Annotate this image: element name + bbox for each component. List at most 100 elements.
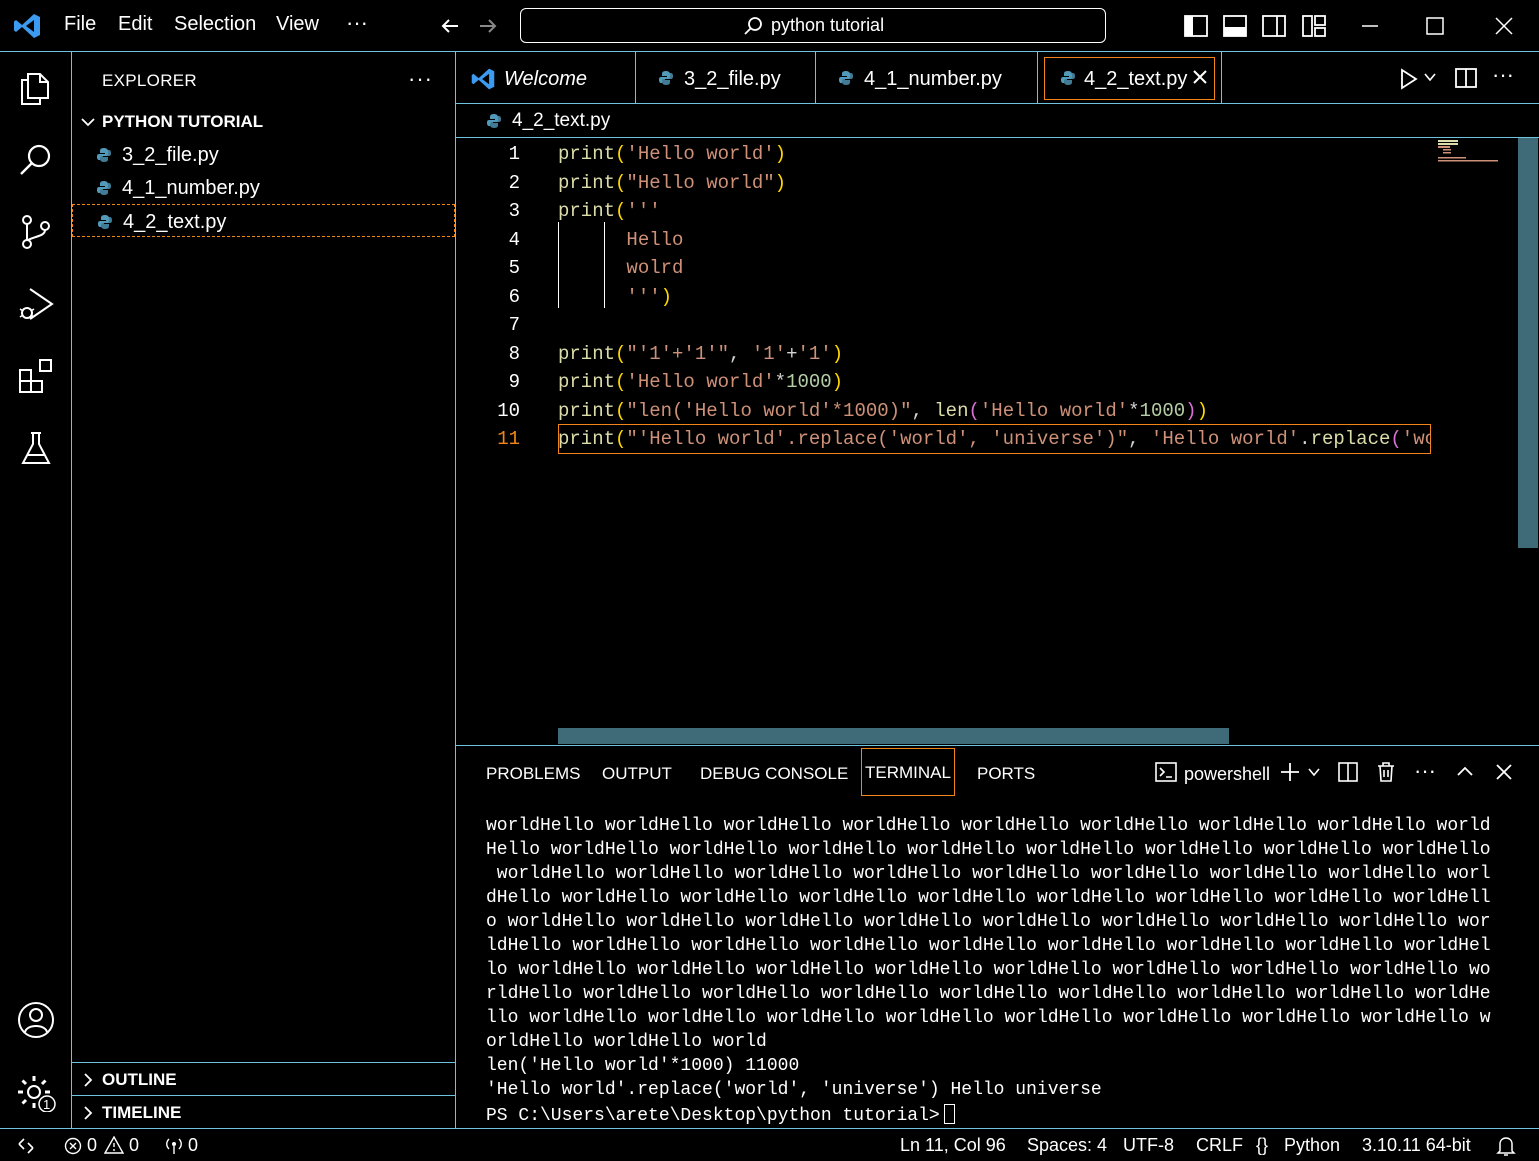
minimap[interactable] bbox=[1438, 140, 1498, 164]
trash-icon[interactable] bbox=[1374, 760, 1398, 784]
vertical-scrollbar[interactable] bbox=[1518, 138, 1538, 548]
tab-label: 4_1_number.py bbox=[864, 68, 1002, 90]
split-editor-icon[interactable] bbox=[1454, 66, 1478, 90]
encoding[interactable]: UTF-8 bbox=[1123, 1135, 1174, 1156]
source-control-icon[interactable] bbox=[16, 212, 56, 252]
sidebar-title: EXPLORER bbox=[102, 71, 197, 90]
status-bar: 0 0 0 Ln 11, Col 96 Spaces: 4 UTF-8 CRLF… bbox=[0, 1128, 1539, 1161]
horizontal-scrollbar[interactable] bbox=[558, 728, 1229, 744]
code-line: print("'Hello world'.replace('world', 'u… bbox=[558, 428, 1431, 450]
code-editor[interactable]: 1 2 3 4 5 6 7 8 9 10 11 print('Hello wor… bbox=[456, 137, 1539, 745]
new-terminal-plus-icon[interactable] bbox=[1278, 760, 1302, 784]
bottom-panel: PROBLEMS OUTPUT DEBUG CONSOLE TERMINAL P… bbox=[456, 745, 1539, 1128]
run-python-file-icon[interactable] bbox=[1396, 67, 1420, 91]
minimize-icon[interactable] bbox=[1356, 12, 1384, 40]
warning-count[interactable]: 0 bbox=[129, 1135, 139, 1156]
line-number: 3 bbox=[508, 200, 520, 222]
customize-layout-icon[interactable] bbox=[1300, 12, 1328, 40]
language-braces-icon: {} bbox=[1256, 1135, 1269, 1155]
tab-3-2-file[interactable]: 3_2_file.py bbox=[636, 52, 816, 104]
section-title: OUTLINE bbox=[102, 1070, 177, 1089]
toggle-primary-sidebar-icon[interactable] bbox=[1182, 12, 1210, 40]
panel-tab-debug-console[interactable]: DEBUG CONSOLE bbox=[700, 764, 848, 784]
back-arrow-icon[interactable] bbox=[436, 12, 464, 40]
maximize-panel-chevron-up-icon[interactable] bbox=[1453, 760, 1477, 784]
section-title: TIMELINE bbox=[102, 1103, 182, 1122]
ports-broadcast-icon[interactable] bbox=[164, 1136, 184, 1156]
tab-label: 3_2_file.py bbox=[684, 68, 781, 90]
error-icon[interactable] bbox=[64, 1137, 82, 1155]
file-item-4-1-number[interactable]: 4_1_number.py bbox=[72, 171, 455, 204]
toggle-panel-icon[interactable] bbox=[1221, 12, 1249, 40]
menu-more[interactable]: ··· bbox=[346, 10, 368, 36]
terminal-line: dHello worldHello worldHello worldHello … bbox=[486, 888, 1491, 908]
settings-badge: 1 bbox=[43, 1097, 51, 1112]
python-file-icon bbox=[487, 114, 501, 128]
tab-4-1-number[interactable]: 4_1_number.py bbox=[816, 52, 1038, 104]
file-name: 4_1_number.py bbox=[122, 177, 260, 199]
maximize-icon[interactable] bbox=[1421, 12, 1449, 40]
workspace-folder[interactable]: PYTHON TUTORIAL bbox=[102, 112, 263, 132]
search-icon[interactable] bbox=[16, 140, 56, 180]
notifications-bell-icon[interactable] bbox=[1496, 1135, 1516, 1157]
panel-tab-terminal[interactable]: TERMINAL bbox=[861, 748, 955, 796]
line-number: 6 bbox=[508, 286, 520, 308]
python-interpreter[interactable]: 3.10.11 64-bit bbox=[1362, 1135, 1471, 1156]
warning-icon[interactable] bbox=[104, 1136, 124, 1154]
panel-tab-output[interactable]: OUTPUT bbox=[602, 764, 672, 784]
close-icon[interactable] bbox=[1190, 67, 1210, 87]
cursor-position[interactable]: Ln 11, Col 96 bbox=[900, 1135, 1006, 1156]
ports-count[interactable]: 0 bbox=[188, 1135, 198, 1156]
breadcrumb-file[interactable]: 4_2_text.py bbox=[512, 110, 610, 132]
end-of-line[interactable]: CRLF bbox=[1196, 1135, 1243, 1156]
language-mode[interactable]: Python bbox=[1284, 1135, 1340, 1156]
explorer-files-icon[interactable] bbox=[16, 68, 56, 108]
terminal-line: 'Hello world'.replace('world', 'universe… bbox=[486, 1080, 1102, 1100]
chevron-down-icon[interactable] bbox=[1306, 764, 1322, 780]
panel-more-actions[interactable]: ··· bbox=[1414, 758, 1436, 784]
code-line: print("Hello world") bbox=[558, 172, 787, 194]
code-line: Hello bbox=[558, 229, 684, 251]
timeline-section[interactable]: TIMELINE bbox=[72, 1095, 455, 1128]
forward-arrow-icon[interactable] bbox=[474, 12, 502, 40]
error-count[interactable]: 0 bbox=[87, 1135, 97, 1156]
terminal-shell-name[interactable]: powershell bbox=[1184, 764, 1270, 785]
editor-more-actions[interactable]: ··· bbox=[1492, 62, 1514, 88]
file-item-3-2-file[interactable]: 3_2_file.py bbox=[72, 138, 455, 171]
line-number: 2 bbox=[508, 172, 520, 194]
python-file-icon bbox=[1061, 71, 1075, 85]
testing-flask-icon[interactable] bbox=[16, 428, 56, 468]
vscode-logo-icon bbox=[14, 14, 40, 38]
terminal-line: worldHello worldHello worldHello worldHe… bbox=[486, 816, 1491, 836]
terminal-line: o worldHello worldHello worldHello world… bbox=[486, 912, 1491, 932]
toggle-secondary-sidebar-icon[interactable] bbox=[1260, 12, 1288, 40]
chevron-down-icon[interactable] bbox=[80, 114, 96, 130]
terminal-cursor bbox=[943, 1104, 955, 1124]
menu-edit[interactable]: Edit bbox=[118, 13, 152, 36]
close-panel-icon[interactable] bbox=[1492, 760, 1516, 784]
panel-tab-problems[interactable]: PROBLEMS bbox=[486, 764, 580, 784]
tab-welcome[interactable]: Welcome bbox=[456, 52, 636, 104]
line-number: 4 bbox=[508, 229, 520, 251]
command-center-search[interactable]: python tutorial bbox=[520, 8, 1106, 43]
panel-tab-ports[interactable]: PORTS bbox=[977, 764, 1035, 784]
close-window-icon[interactable] bbox=[1490, 12, 1518, 40]
line-number: 10 bbox=[497, 400, 520, 422]
split-terminal-icon[interactable] bbox=[1336, 760, 1360, 784]
file-item-4-2-text[interactable]: 4_2_text.py bbox=[72, 204, 455, 237]
sidebar-more-actions[interactable]: ··· bbox=[408, 66, 433, 92]
indentation[interactable]: Spaces: 4 bbox=[1027, 1135, 1107, 1156]
command-center-label: python tutorial bbox=[771, 15, 885, 35]
run-and-debug-icon[interactable] bbox=[16, 284, 56, 324]
menu-selection[interactable]: Selection bbox=[174, 13, 256, 36]
chevron-down-icon[interactable] bbox=[1422, 69, 1438, 85]
tab-4-2-text[interactable]: 4_2_text.py bbox=[1038, 52, 1222, 104]
editor-tabs: Welcome 3_2_file.py 4_1_number.py 4_2_te… bbox=[456, 52, 1539, 104]
outline-section[interactable]: OUTLINE bbox=[72, 1062, 455, 1095]
remote-indicator-icon[interactable] bbox=[16, 1136, 36, 1156]
menu-file[interactable]: File bbox=[64, 13, 96, 36]
extensions-icon[interactable] bbox=[16, 356, 56, 396]
menu-view[interactable]: View bbox=[276, 13, 319, 36]
code-line: print("len('Hello world'*1000)", len('He… bbox=[558, 400, 1208, 422]
accounts-icon[interactable] bbox=[16, 1000, 56, 1040]
